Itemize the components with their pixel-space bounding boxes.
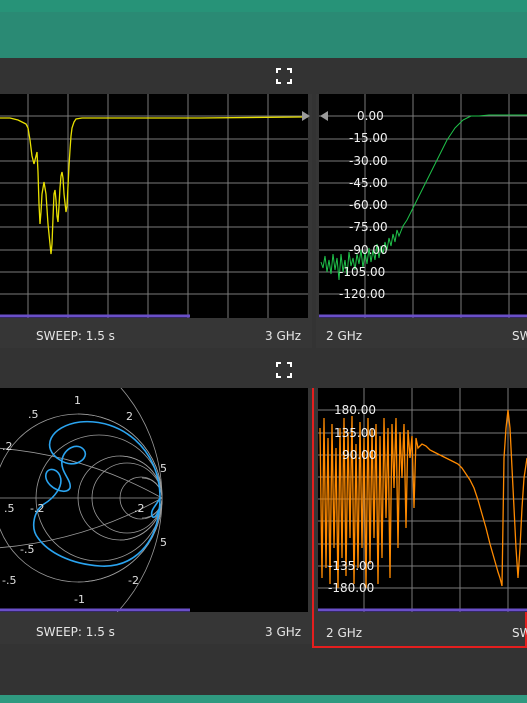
svg-text:90.00: 90.00 xyxy=(342,448,376,462)
svg-text:.5: .5 xyxy=(28,408,39,421)
panel-top-left[interactable]: SWEEP: 1.5 s 3 GHz xyxy=(0,58,312,348)
svg-text:1: 1 xyxy=(74,394,81,407)
svg-text:-45.00: -45.00 xyxy=(349,176,388,190)
svg-text:0.00: 0.00 xyxy=(357,109,384,123)
svg-text:5: 5 xyxy=(160,462,167,475)
svg-text:-.5: -.5 xyxy=(2,574,16,587)
svg-text:-2: -2 xyxy=(128,574,139,587)
sweep-label: SW xyxy=(512,626,527,640)
top-bar xyxy=(0,0,527,58)
svg-text:-105.00: -105.00 xyxy=(339,265,385,279)
sweep-label: SWEEP: 1.5 s xyxy=(36,329,115,343)
svg-text:-1: -1 xyxy=(74,593,85,606)
freq-end-label: 3 GHz xyxy=(265,329,302,343)
magnitude-plot[interactable] xyxy=(0,94,308,318)
freq-end-label: 3 GHz xyxy=(265,625,302,639)
svg-text:2: 2 xyxy=(126,410,133,423)
svg-text:.2: .2 xyxy=(134,502,145,515)
svg-text:-.5: -.5 xyxy=(20,543,34,556)
fullscreen-icon[interactable] xyxy=(276,68,292,84)
svg-text:-180.00: -180.00 xyxy=(328,581,374,595)
svg-text:-.2: -.2 xyxy=(30,502,44,515)
magnitude-db-plot[interactable]: 0.00 -15.00 -30.00 -45.00 -60.00 -75.00 … xyxy=(319,94,527,318)
svg-text:180.00: 180.00 xyxy=(334,403,376,417)
svg-text:-120.00: -120.00 xyxy=(339,287,385,301)
panel-header xyxy=(316,58,527,94)
smith-svg: 1 .5 2 .2 .5 5 -.2 -.5 -2 -1 -.5 5 .2 xyxy=(0,388,190,612)
panel-header xyxy=(0,352,312,388)
svg-text:.2: .2 xyxy=(2,440,13,453)
fullscreen-icon[interactable] xyxy=(276,362,292,378)
plot-svg: 180.00 135.00 90.00 -135.00 -180.00 xyxy=(318,388,527,612)
bottom-bar xyxy=(0,695,527,703)
panel-footer: SWEEP: 1.5 s 3 GHz xyxy=(0,617,312,644)
smith-chart[interactable]: 1 .5 2 .2 .5 5 -.2 -.5 -2 -1 -.5 5 .2 xyxy=(0,388,308,612)
sweep-label: SWEEP: 1.5 s xyxy=(36,625,115,639)
panel-bottom-left[interactable]: 1 .5 2 .2 .5 5 -.2 -.5 -2 -1 -.5 5 .2 SW… xyxy=(0,352,312,644)
panel-header xyxy=(0,58,312,94)
freq-start-label: 2 GHz xyxy=(326,329,363,343)
plot-svg xyxy=(0,94,308,318)
trace-yellow xyxy=(0,116,308,255)
panel-bottom-right[interactable]: 180.00 135.00 90.00 -135.00 -180.00 2 GH… xyxy=(312,352,527,648)
plot-svg: 0.00 -15.00 -30.00 -45.00 -60.00 -75.00 … xyxy=(319,94,527,318)
panel-header xyxy=(312,352,527,388)
freq-start-label: 2 GHz xyxy=(326,626,363,640)
panel-top-right[interactable]: 0.00 -15.00 -30.00 -45.00 -60.00 -75.00 … xyxy=(316,58,527,348)
phase-plot[interactable]: 180.00 135.00 90.00 -135.00 -180.00 xyxy=(318,388,527,612)
svg-text:135.00: 135.00 xyxy=(334,426,376,440)
svg-text:-90.00: -90.00 xyxy=(349,243,388,257)
panel-footer: SWEEP: 1.5 s 3 GHz xyxy=(0,321,312,348)
sweep-label: SW xyxy=(512,329,527,343)
svg-text:5: 5 xyxy=(160,536,167,549)
panel-footer: 2 GHz SW xyxy=(312,618,527,648)
plot-workspace: SWEEP: 1.5 s 3 GHz 0.00 -15.00 -30.00 -4… xyxy=(0,58,527,695)
svg-text:-135.00: -135.00 xyxy=(328,559,374,573)
svg-text:-60.00: -60.00 xyxy=(349,198,388,212)
panel-footer: 2 GHz SW xyxy=(316,321,527,348)
reference-marker-icon[interactable] xyxy=(320,111,328,121)
smith-labels: 1 .5 2 .2 .5 5 -.2 -.5 -2 -1 -.5 5 .2 xyxy=(2,394,167,606)
svg-text:-15.00: -15.00 xyxy=(349,131,388,145)
svg-text:.5: .5 xyxy=(4,502,15,515)
reference-marker-icon[interactable] xyxy=(302,111,310,121)
svg-text:-30.00: -30.00 xyxy=(349,154,388,168)
svg-text:-75.00: -75.00 xyxy=(349,220,388,234)
